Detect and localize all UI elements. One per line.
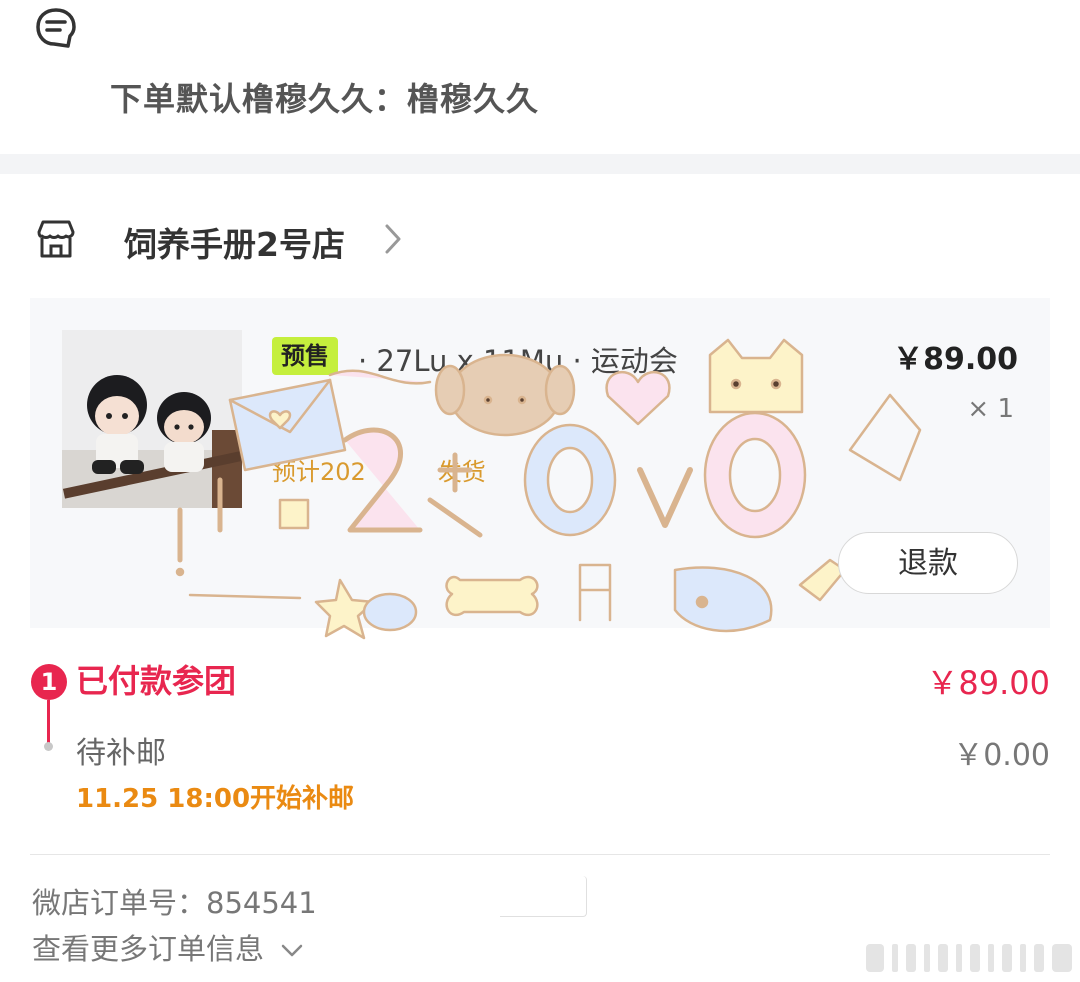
shop-name[interactable]: 饲养手册2号店	[124, 218, 345, 266]
ship-estimate-head: 预计202	[272, 458, 366, 486]
ship-estimate-tail: 发货	[437, 458, 486, 486]
chevron-down-icon	[281, 944, 303, 957]
divider	[30, 854, 1050, 855]
ship-estimate: 预计202 发货	[272, 452, 486, 487]
order-number: 微店订单号：854541	[32, 886, 317, 920]
item-price: ￥89.00	[893, 342, 1018, 377]
more-order-info-link[interactable]: 查看更多订单信息	[32, 926, 303, 968]
presale-badge: 预售	[272, 337, 338, 375]
status-paid: 已付款参团	[76, 662, 237, 700]
product-image[interactable]	[62, 330, 242, 508]
status-pending-postage: 待补邮	[76, 736, 166, 771]
more-order-info-label: 查看更多订单信息	[32, 932, 265, 966]
chevron-right-icon[interactable]	[382, 222, 404, 256]
timeline-dot	[44, 742, 53, 751]
step-marker: 1	[31, 664, 67, 700]
refund-button[interactable]: 退款	[838, 532, 1018, 594]
pending-amount: ￥0.00	[953, 738, 1050, 773]
store-icon	[37, 220, 75, 258]
copy-button[interactable]	[500, 876, 587, 917]
section-divider	[0, 154, 1080, 174]
note-bubble-icon	[36, 8, 76, 48]
watermark	[866, 944, 1072, 972]
product-title[interactable]: · 27Lu x 11Mu · 运动会	[358, 338, 678, 380]
timeline-line	[47, 700, 50, 746]
paid-amount: ￥89.00	[926, 664, 1050, 702]
item-quantity: × 1	[967, 394, 1014, 424]
order-note: 下单默认橹穆久久：橹穆久久	[110, 80, 540, 118]
postage-start-time: 11.25 18:00开始补邮	[76, 784, 355, 814]
